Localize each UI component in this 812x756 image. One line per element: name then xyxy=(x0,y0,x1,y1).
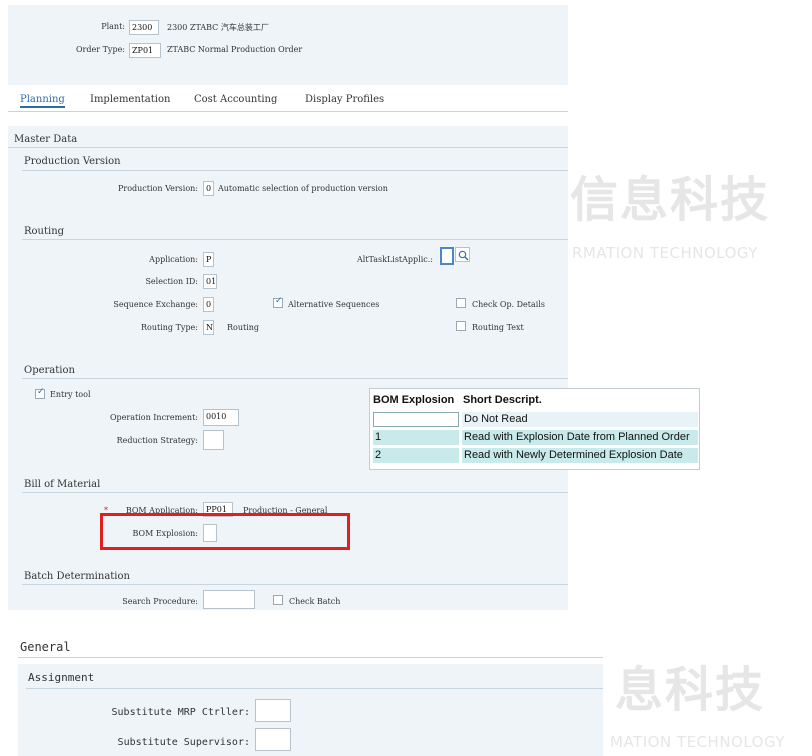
check-op-details-label: Check Op. Details xyxy=(472,300,545,309)
application-field[interactable]: P xyxy=(203,252,214,267)
operation-increment-field[interactable]: 0010 xyxy=(203,409,239,426)
plant-desc: 2300 ZTABC 汽车总装工厂 xyxy=(167,23,269,32)
operation-title: Operation xyxy=(24,365,75,376)
routing-title: Routing xyxy=(24,226,65,237)
order-type-desc: ZTABC Normal Production Order xyxy=(167,45,303,54)
substitute-mrp-label: Substitute MRP Ctrller: xyxy=(111,707,250,718)
sequence-exchange-field[interactable]: 0 xyxy=(203,297,214,312)
f4-row-key: 2 xyxy=(373,448,459,463)
routing-type-field[interactable]: N xyxy=(203,320,214,335)
f4-row-key xyxy=(373,412,459,427)
reduction-strategy-field[interactable] xyxy=(203,430,224,450)
batch-divider xyxy=(22,584,568,585)
master-data-title: Master Data xyxy=(14,134,78,145)
f4-row[interactable]: Do Not Read xyxy=(370,411,699,427)
bom-explosion-value-help: BOM Explosion Short Descript. Do Not Rea… xyxy=(369,388,700,470)
entry-tool-checkbox[interactable] xyxy=(35,387,45,399)
routing-divider xyxy=(22,239,568,240)
selection-id-label: Selection ID: xyxy=(145,277,198,286)
f4-row-desc: Read with Explosion Date from Planned Or… xyxy=(462,430,698,445)
operation-increment-label: Operation Increment: xyxy=(109,413,198,422)
check-op-details-checkbox[interactable] xyxy=(456,298,466,308)
watermark-en-text-2: MATION TECHNOLOGY xyxy=(610,733,786,751)
reduction-strategy-label: Reduction Strategy: xyxy=(116,436,198,445)
substitute-supervisor-label: Substitute Supervisor: xyxy=(117,737,250,748)
f4-header-key: BOM Explosion xyxy=(373,394,455,406)
entry-tool-label: Entry tool xyxy=(50,390,91,399)
check-batch-label: Check Batch xyxy=(289,597,341,606)
routing-type-desc: Routing xyxy=(227,323,260,332)
operation-divider xyxy=(22,378,568,379)
production-version-title: Production Version xyxy=(24,156,121,167)
alternative-sequences-checkbox[interactable] xyxy=(273,296,283,308)
general-divider xyxy=(18,657,603,658)
watermark-cn-text-2: 息科技 xyxy=(615,662,766,718)
order-type-label: Order Type: xyxy=(75,45,125,54)
plant-field[interactable]: 2300 xyxy=(129,20,159,35)
selection-id-field[interactable]: 01 xyxy=(203,274,217,289)
production-version-field[interactable]: 0 xyxy=(203,181,214,196)
tab-implementation[interactable]: Implementation xyxy=(90,94,170,105)
alt-task-list-field[interactable] xyxy=(440,247,454,265)
routing-text-label: Routing Text xyxy=(472,323,524,332)
bom-divider xyxy=(22,492,568,493)
f4-row[interactable]: 1 Read with Explosion Date from Planned … xyxy=(370,429,699,445)
production-version-divider xyxy=(22,170,568,171)
check-batch-checkbox[interactable] xyxy=(273,595,283,605)
watermark-cn-text: 信息科技 xyxy=(570,172,771,228)
magnifier-icon[interactable] xyxy=(455,247,470,262)
order-type-field[interactable]: ZP01 xyxy=(129,43,161,58)
batch-title: Batch Determination xyxy=(24,571,130,582)
routing-type-label: Routing Type: xyxy=(141,323,198,332)
bom-title: Bill of Material xyxy=(24,479,101,490)
f4-row-desc: Do Not Read xyxy=(462,412,698,427)
general-title: General xyxy=(20,640,71,654)
search-procedure-label: Search Procedure: xyxy=(122,597,198,606)
alt-task-list-label: AltTaskListApplic.: xyxy=(356,255,433,264)
assignment-title: Assignment xyxy=(28,671,95,684)
routing-text-checkbox[interactable] xyxy=(456,321,466,331)
substitute-supervisor-field[interactable] xyxy=(255,728,291,751)
alternative-sequences-label: Alternative Sequences xyxy=(288,300,380,309)
plant-label: Plant: xyxy=(101,22,125,31)
tab-display-profiles[interactable]: Display Profiles xyxy=(305,94,384,105)
search-procedure-field[interactable] xyxy=(203,590,255,609)
application-label: Application: xyxy=(149,255,198,264)
assignment-divider xyxy=(26,688,603,689)
production-version-desc: Automatic selection of production versio… xyxy=(218,184,388,193)
production-version-label: Production Version: xyxy=(118,184,198,193)
tab-planning[interactable]: Planning xyxy=(20,94,65,108)
tab-cost-accounting[interactable]: Cost Accounting xyxy=(194,94,277,105)
tab-divider xyxy=(8,111,568,112)
f4-row[interactable]: 2 Read with Newly Determined Explosion D… xyxy=(370,447,699,463)
substitute-mrp-field[interactable] xyxy=(255,699,291,722)
master-data-divider xyxy=(8,147,568,148)
highlight-box xyxy=(100,513,350,550)
watermark-en-text: RMATION TECHNOLOGY xyxy=(572,244,758,262)
f4-header-desc: Short Descript. xyxy=(463,394,542,406)
sequence-exchange-label: Sequence Exchange: xyxy=(113,300,198,309)
f4-row-desc: Read with Newly Determined Explosion Dat… xyxy=(462,448,698,463)
f4-row-key: 1 xyxy=(373,430,459,445)
